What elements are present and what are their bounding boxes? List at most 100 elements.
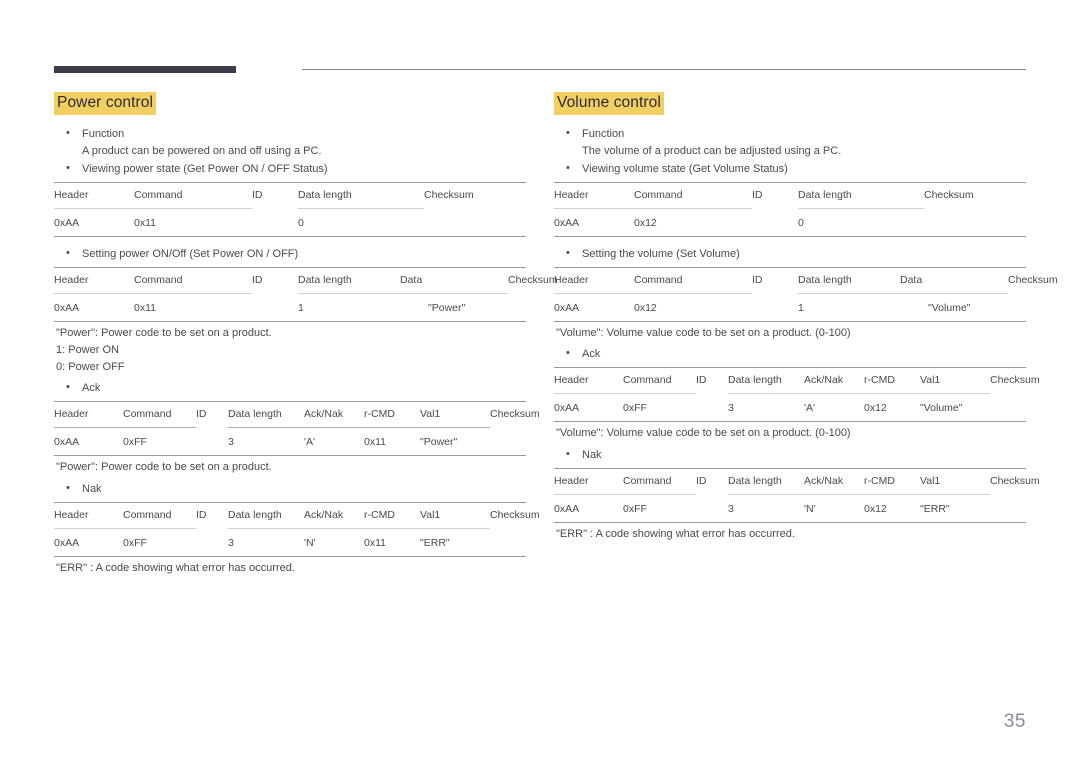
cell-value: 0x12 xyxy=(864,494,920,523)
col-header: Checksum xyxy=(1008,274,1058,286)
note-ack-power-code: "Power": Power code to be set on a produ… xyxy=(56,461,272,473)
bullet-ack-power: Ack xyxy=(54,379,526,396)
header-thin-rule xyxy=(302,69,1026,70)
cell-value: 0xAA xyxy=(554,293,634,322)
col-header: Val1 xyxy=(920,374,941,386)
page-number: 35 xyxy=(1003,711,1026,732)
bullet-function-power: Function A product can be powered on and… xyxy=(54,125,526,159)
cell-value: 0x12 xyxy=(864,393,920,422)
cell-value: 0xAA xyxy=(54,208,134,237)
table-row: 0xAA 0xFF 3 'N' 0x12 "ERR" xyxy=(554,494,1026,523)
col-header: Data length xyxy=(228,408,282,420)
cell-value: 'N' xyxy=(304,528,364,557)
col-header: Command xyxy=(123,408,172,420)
cell-value: 0xFF xyxy=(123,427,196,456)
col-header: ID xyxy=(752,189,763,201)
bullet-get-volume-status: Viewing volume state (Get Volume Status) xyxy=(554,160,1026,177)
cell-value: 'A' xyxy=(304,427,364,456)
table-set-volume: Header Command ID Data length Data Check… xyxy=(554,267,1058,322)
col-header: Checksum xyxy=(990,475,1040,487)
table-header-row: Header Command ID Data length Ack/Nak r-… xyxy=(54,401,540,428)
function-text: A product can be powered on and off usin… xyxy=(82,145,322,157)
col-header: Command xyxy=(134,189,183,201)
table-header-row: Header Command ID Data length Data Check… xyxy=(554,267,1058,294)
cell-value xyxy=(424,208,526,237)
table-row: 0xAA 0x11 0 xyxy=(54,208,526,237)
cell-value xyxy=(696,494,728,523)
table-header-row: Header Command ID Data length Ack/Nak r-… xyxy=(54,502,540,529)
table-get-volume-status: Header Command ID Data length Checksum 0… xyxy=(554,182,1026,237)
col-header: Ack/Nak xyxy=(804,475,844,487)
cell-value xyxy=(508,293,526,322)
col-header: r-CMD xyxy=(364,408,395,420)
running-head-rule xyxy=(54,66,1026,74)
col-header: Data length xyxy=(228,509,282,521)
cell-value: 'A' xyxy=(804,393,864,422)
cell-value: 0xAA xyxy=(554,393,623,422)
cell-value: 3 xyxy=(228,427,304,456)
cell-value xyxy=(924,208,1026,237)
cell-value: "Volume" xyxy=(900,293,1008,322)
col-header: Ack/Nak xyxy=(804,374,844,386)
document-page: Power control Function A product can be … xyxy=(0,0,1080,763)
cell-value: "Power" xyxy=(420,427,490,456)
cell-value: 0xAA xyxy=(554,208,634,237)
cell-value: 0xAA xyxy=(554,494,623,523)
col-header: Data xyxy=(400,274,423,286)
cell-value: "ERR" xyxy=(920,494,990,523)
col-header: Checksum xyxy=(490,408,540,420)
col-header: Val1 xyxy=(420,408,441,420)
cell-value: 3 xyxy=(728,494,804,523)
cell-value xyxy=(990,494,1026,523)
cell-value: 'N' xyxy=(804,494,864,523)
note-power-on: 1: Power ON xyxy=(56,344,119,356)
cell-value: 0 xyxy=(798,208,924,237)
table-nak-power: Header Command ID Data length Ack/Nak r-… xyxy=(54,502,540,557)
col-header: Command xyxy=(623,475,672,487)
cell-value xyxy=(196,427,228,456)
cell-value: 3 xyxy=(228,528,304,557)
cell-value xyxy=(752,208,798,237)
cell-value xyxy=(490,427,526,456)
note-nak-volume-err: "ERR" : A code showing what error has oc… xyxy=(556,528,795,540)
bullet-ack-volume: Ack xyxy=(554,345,1026,362)
col-header: Command xyxy=(634,189,683,201)
col-header: Command xyxy=(634,274,683,286)
col-header: Header xyxy=(554,475,589,487)
col-header: Command xyxy=(623,374,672,386)
cell-value: 1 xyxy=(798,293,900,322)
cell-value: 0xAA xyxy=(54,293,134,322)
cell-value: 1 xyxy=(298,293,400,322)
cell-value xyxy=(196,528,228,557)
cell-value: "ERR" xyxy=(420,528,490,557)
note-power-code: "Power": Power code to be set on a produ… xyxy=(56,327,272,339)
col-header: Header xyxy=(54,274,89,286)
cell-value: 0x12 xyxy=(634,208,752,237)
content-columns: Power control Function A product can be … xyxy=(0,92,1080,577)
col-header: Command xyxy=(134,274,183,286)
table-row: 0xAA 0x12 0 xyxy=(554,208,1026,237)
col-header: r-CMD xyxy=(364,509,395,521)
col-header: Command xyxy=(123,509,172,521)
bullet-get-power-status: Viewing power state (Get Power ON / OFF … xyxy=(54,160,526,177)
col-header: Data length xyxy=(798,274,852,286)
col-header: Val1 xyxy=(920,475,941,487)
cell-value xyxy=(1008,293,1026,322)
section-volume-control: Volume control Function The volume of a … xyxy=(554,92,1058,577)
col-header: Ack/Nak xyxy=(304,509,344,521)
cell-value: 0xAA xyxy=(54,427,123,456)
col-header: Header xyxy=(54,408,89,420)
col-header: Checksum xyxy=(990,374,1040,386)
cell-value: 0x11 xyxy=(364,427,420,456)
note-ack-volume-code: "Volume": Volume value code to be set on… xyxy=(556,427,851,439)
bullet-function-volume: Function The volume of a product can be … xyxy=(554,125,1026,159)
table-row: 0xAA 0xFF 3 'N' 0x11 "ERR" xyxy=(54,528,526,557)
table-row: 0xAA 0xFF 3 'A' 0x11 "Power" xyxy=(54,427,526,456)
table-set-power: Header Command ID Data length Data Check… xyxy=(54,267,558,322)
bullet-set-power: Setting power ON/Off (Set Power ON / OFF… xyxy=(54,245,526,262)
col-header: ID xyxy=(696,475,707,487)
table-nak-volume: Header Command ID Data length Ack/Nak r-… xyxy=(554,468,1040,523)
note-power-off: 0: Power OFF xyxy=(56,361,125,373)
col-header: r-CMD xyxy=(864,374,895,386)
section-power-control: Power control Function A product can be … xyxy=(54,92,558,577)
